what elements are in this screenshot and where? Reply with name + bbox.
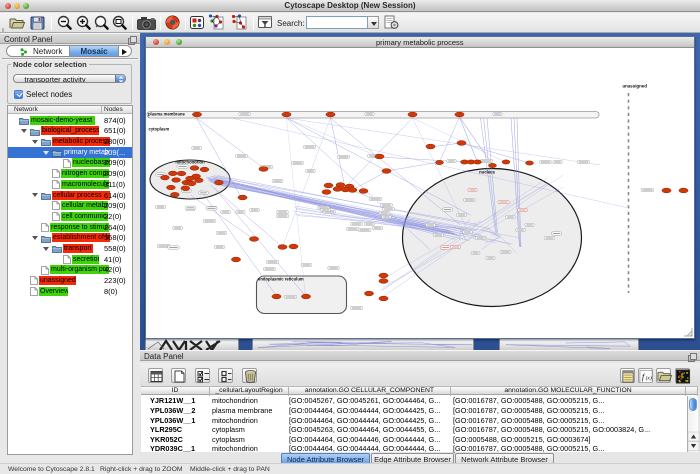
svg-text:unassigned: unassigned	[622, 84, 647, 89]
svg-text:nucleus: nucleus	[479, 170, 495, 175]
svg-text:endoplasmic reticulum: endoplasmic reticulum	[258, 277, 304, 282]
svg-text:(x): (x)	[646, 374, 652, 381]
svg-text:plasma membrane: plasma membrane	[148, 111, 185, 116]
svg-text:cytoplasm: cytoplasm	[148, 127, 169, 132]
svg-text:mitochondrion: mitochondrion	[175, 160, 205, 165]
